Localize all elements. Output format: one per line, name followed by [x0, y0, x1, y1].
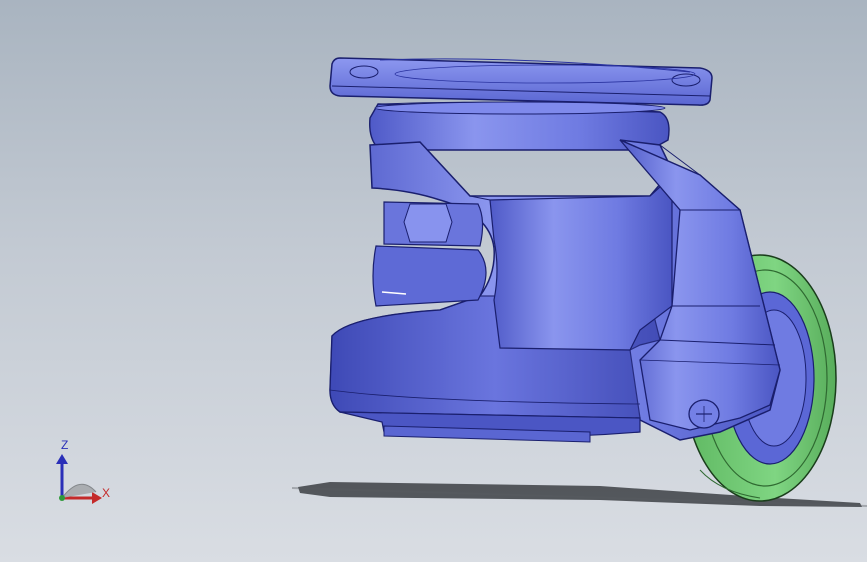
triad-axes [56, 454, 102, 504]
axis-z-label: Z [61, 438, 69, 452]
caster-model[interactable] [0, 0, 867, 562]
reference-triad: Z X [40, 436, 120, 512]
y-axis-dot-icon [59, 495, 65, 501]
axle-cap[interactable] [688, 399, 720, 429]
axis-x-label: X [102, 486, 111, 500]
x-arrowhead-icon [92, 492, 102, 504]
leveling-screw[interactable] [372, 201, 487, 307]
graphics-viewport[interactable]: Z X [0, 0, 867, 562]
z-arrowhead-icon [56, 454, 68, 464]
triad-plane-icon [61, 483, 97, 499]
top-mounting-plate[interactable] [329, 57, 713, 106]
